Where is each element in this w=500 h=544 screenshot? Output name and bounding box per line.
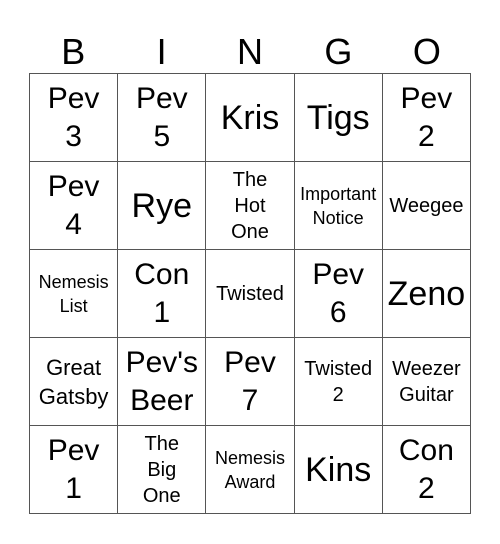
bingo-cell[interactable]: Nemesis List <box>30 250 119 338</box>
bingo-cell[interactable]: The Hot One <box>206 162 295 250</box>
bingo-cell[interactable]: Nemesis Award <box>206 426 295 514</box>
header-letter-i: I <box>156 31 167 72</box>
bingo-cell[interactable]: The Big One <box>118 426 207 514</box>
bingo-header: B I N G O <box>29 30 471 73</box>
bingo-cell[interactable]: Weezer Guitar <box>382 338 471 426</box>
bingo-cell[interactable]: Kris <box>206 74 295 162</box>
bingo-cell[interactable]: Important Notice <box>294 162 383 250</box>
bingo-cell[interactable]: Pev 4 <box>30 162 119 250</box>
bingo-cell[interactable]: Pev 2 <box>382 74 471 162</box>
header-letter-o: O <box>412 31 441 72</box>
header-letter-g: G <box>324 31 353 72</box>
bingo-cell[interactable]: Zeno <box>382 250 471 338</box>
bingo-cell[interactable]: Weegee <box>382 162 471 250</box>
bingo-cell[interactable]: Con 1 <box>118 250 207 338</box>
bingo-cell[interactable]: Rye <box>118 162 207 250</box>
bingo-cell[interactable]: Twisted 2 <box>294 338 383 426</box>
bingo-cell[interactable]: Twisted <box>206 250 295 338</box>
header-letter-n: N <box>237 31 264 72</box>
bingo-cell[interactable]: Pev 5 <box>118 74 207 162</box>
bingo-cell[interactable]: Kins <box>294 426 383 514</box>
bingo-cell[interactable]: Con 2 <box>382 426 471 514</box>
bingo-cell[interactable]: Pev 1 <box>30 426 119 514</box>
bingo-cell[interactable]: Pev 7 <box>206 338 295 426</box>
header-letter-b: B <box>61 31 86 72</box>
bingo-cell[interactable]: Tigs <box>294 74 383 162</box>
bingo-cell[interactable]: Pev 3 <box>30 74 119 162</box>
bingo-card-grid: Pev 3 Pev 5 Kris Tigs Pev 2 Pev 4 Rye The Hot O… <box>29 73 471 514</box>
bingo-cell[interactable]: Great Gatsby <box>30 338 119 426</box>
bingo-cell[interactable]: Pev's Beer <box>118 338 207 426</box>
bingo-cell[interactable]: Pev 6 <box>294 250 383 338</box>
